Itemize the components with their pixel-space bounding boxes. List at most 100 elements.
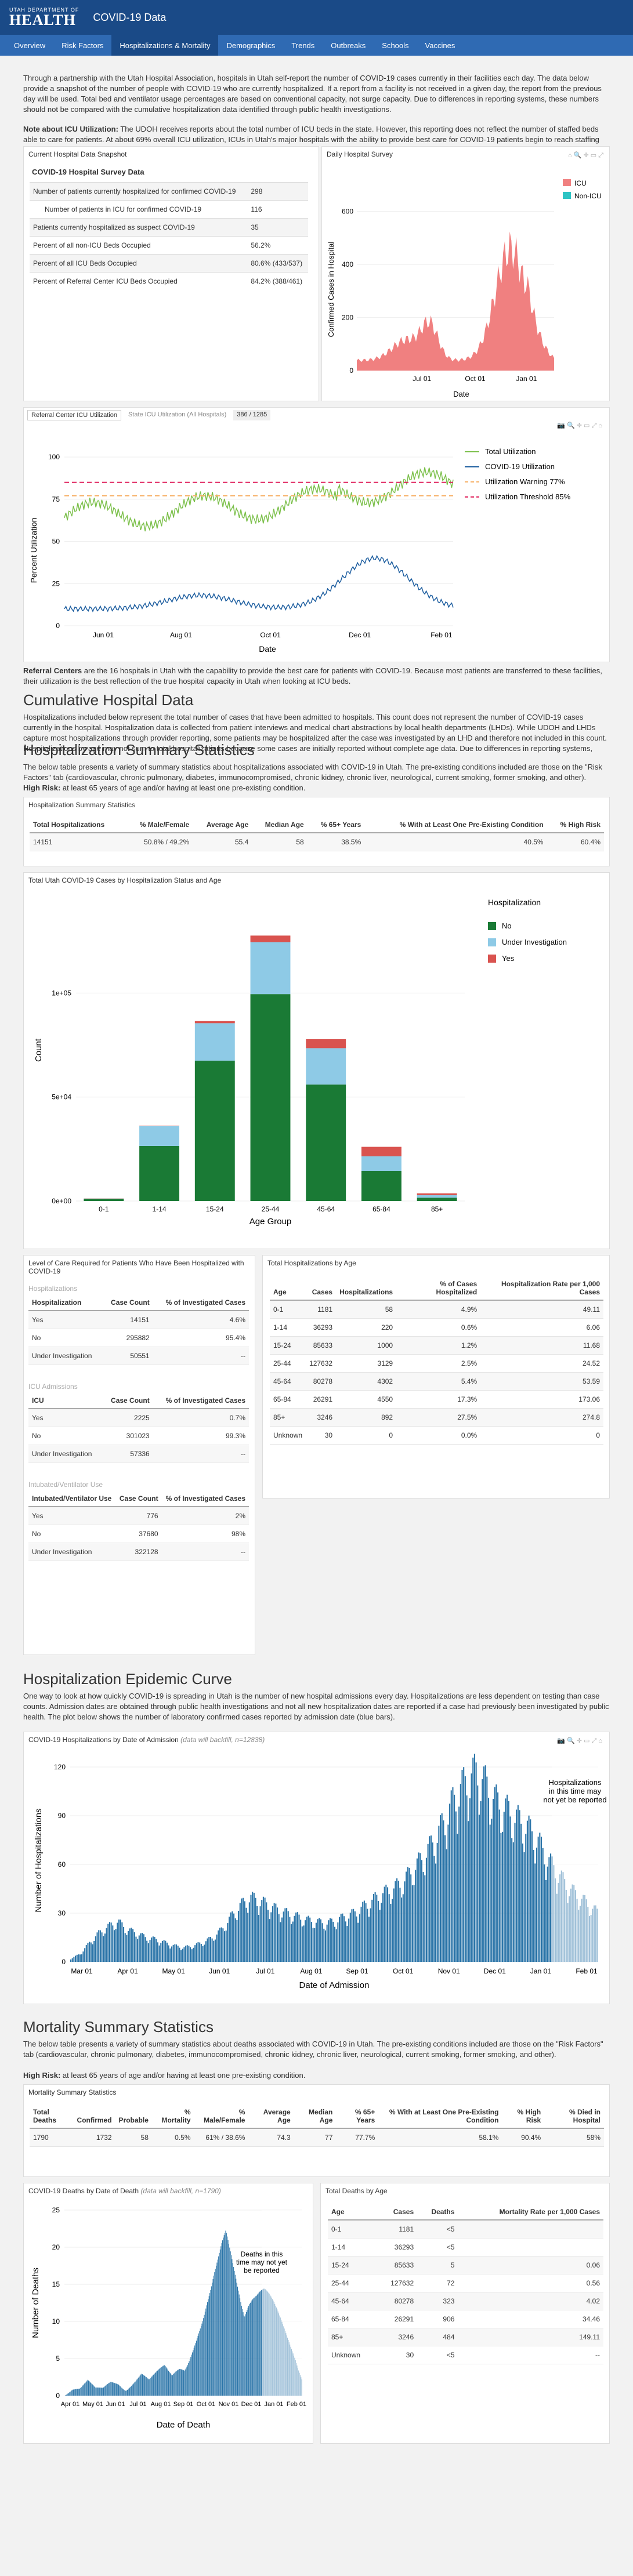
chart-toolbar[interactable]: ⌂ 🔍 ✛ ▭ ⤢: [568, 151, 603, 159]
table-cell: 98%: [161, 1525, 249, 1543]
legend-item[interactable]: No: [502, 921, 512, 930]
death-bar: [71, 2390, 73, 2396]
admission-bar: [454, 1794, 455, 1962]
snapshot-value: 56.2%: [247, 236, 308, 255]
chart-toolbar[interactable]: 📷 🔍 ✛ ▭ ⤢ ⌂: [557, 422, 602, 430]
table-row: 25-44 127632 72 0.56: [328, 2274, 603, 2292]
table-row: Number of patients in ICU for confirmed …: [30, 200, 308, 219]
tab-trends[interactable]: Trends: [283, 35, 323, 56]
admission-bar: [368, 1917, 370, 1962]
death-bar: [66, 2394, 67, 2396]
death-bar: [223, 2235, 225, 2396]
legend-icu[interactable]: ICU: [574, 179, 587, 187]
admission-bar: [154, 1937, 155, 1962]
bar-under-investigation[interactable]: [250, 942, 291, 995]
admission-bar: [486, 1776, 488, 1962]
legend-item[interactable]: Total Utilization: [485, 447, 536, 456]
tab-state-icu[interactable]: State ICU Utilization (All Hospitals): [125, 410, 230, 420]
bar-yes[interactable]: [361, 1146, 401, 1156]
bar-yes[interactable]: [194, 1021, 235, 1024]
table-row: Under Investigation 50551 --: [28, 1347, 249, 1365]
epi-annotation: in this time may: [549, 1787, 602, 1795]
admission-bar: [309, 1917, 311, 1962]
admission-bar: [283, 1911, 284, 1962]
admission-bar: [512, 1842, 514, 1962]
table-cell: 220: [336, 1318, 397, 1337]
table-cell: 65-84: [328, 2310, 377, 2328]
admission-bar: [137, 1939, 139, 1962]
admission-bar: [238, 1910, 240, 1962]
admission-bar: [152, 1936, 154, 1962]
admission-bar: [229, 1916, 230, 1962]
tab-vaccines[interactable]: Vaccines: [417, 35, 464, 56]
column-header: % of Investigated Cases: [153, 1393, 249, 1409]
bar-no[interactable]: [361, 1171, 401, 1201]
daily-survey-chart: 0 200 400 600 Jul 01 Oct 01 Jan 01 Confirmed C…: [327, 179, 602, 398]
death-bar: [106, 2385, 107, 2396]
tab-risk-factors[interactable]: Risk Factors: [53, 35, 111, 56]
table-cell: --: [458, 2346, 603, 2364]
admission-bar: [328, 1920, 330, 1962]
admission-bar: [269, 1919, 270, 1962]
tab-outbreaks[interactable]: Outbreaks: [323, 35, 374, 56]
table-cell: 30: [306, 1426, 337, 1445]
table-cell: 85+: [270, 1408, 306, 1427]
admission-bar: [502, 1831, 504, 1962]
bar-under-investigation[interactable]: [417, 1195, 457, 1198]
bar-under-investigation[interactable]: [306, 1048, 346, 1085]
hosp-summary-table: Total Hospitalizations% Male/Female Avera…: [30, 817, 604, 851]
bar-no[interactable]: [250, 994, 291, 1201]
admission-bar: [239, 1903, 241, 1962]
bar-no[interactable]: [417, 1198, 457, 1201]
admission-bar: [463, 1767, 465, 1962]
admission-bar: [436, 1842, 438, 1962]
bar-yes[interactable]: [306, 1039, 346, 1048]
admission-bar: [295, 1912, 297, 1962]
util-tabs: Referral Center ICU Utilization State IC…: [24, 408, 609, 423]
table-cell: 99.3%: [153, 1427, 249, 1445]
death-bar: [125, 2390, 126, 2396]
legend-item[interactable]: Under Investigation: [502, 938, 567, 946]
tab-referral-icu[interactable]: Referral Center ICU Utilization: [27, 410, 121, 420]
legend-item[interactable]: COVID-19 Utilization: [485, 462, 555, 471]
table-cell: --: [153, 1347, 249, 1365]
admission-bar: [117, 1922, 118, 1962]
table-cell: 1732: [73, 2128, 115, 2147]
bar-under-investigation[interactable]: [139, 1126, 180, 1146]
death-bar: [84, 2383, 85, 2396]
death-bar: [93, 2386, 95, 2396]
legend-item[interactable]: Utilization Warning 77%: [485, 477, 565, 486]
legend-non-icu[interactable]: Non-ICU: [574, 192, 602, 200]
bar-under-investigation[interactable]: [194, 1023, 235, 1061]
tab-demographics[interactable]: Demographics: [218, 35, 283, 56]
admission-bar: [484, 1765, 486, 1962]
admission-bar: [464, 1776, 466, 1962]
bar-no[interactable]: [139, 1145, 180, 1201]
death-bar: [234, 2274, 236, 2396]
bar-under-investigation[interactable]: [361, 1156, 401, 1171]
survey-ylabel: Confirmed Cases in Hospital: [327, 242, 335, 338]
table-row: Percent of Referral Center ICU Beds Occu…: [30, 272, 308, 290]
tab-overview[interactable]: Overview: [6, 35, 53, 56]
table-cell: Yes: [28, 1409, 103, 1427]
legend-item[interactable]: Utilization Threshold 85%: [485, 492, 571, 501]
death-bar: [121, 2388, 122, 2396]
utah-health-logo[interactable]: UTAH DEPARTMENT OF HEALTH: [9, 7, 79, 28]
vent-subheading: Intubated/Ventilator Use: [28, 1481, 103, 1489]
bar-no[interactable]: [194, 1060, 235, 1201]
bar-no[interactable]: [84, 1199, 124, 1201]
deaths-by-age-panel: Total Deaths by Age Age Cases Deaths Mortal…: [320, 2183, 610, 2444]
table-cell: [458, 2220, 603, 2238]
bar-no[interactable]: [306, 1084, 346, 1201]
chart-toolbar[interactable]: 📷 🔍 ✛ ▭ ⤢ ⌂: [557, 1737, 602, 1745]
admission-bar: [505, 1798, 507, 1962]
tab-schools[interactable]: Schools: [374, 35, 417, 56]
bar-xtick: 15-24: [206, 1205, 224, 1213]
bar-yes[interactable]: [250, 935, 291, 942]
tab-hospitalizations[interactable]: Hospitalizations & Mortality: [111, 35, 219, 56]
table-cell: 1790: [30, 2128, 74, 2147]
bar-yes[interactable]: [417, 1193, 457, 1195]
legend-item[interactable]: Yes: [502, 954, 515, 963]
admission-bar: [471, 1773, 472, 1962]
table-row: 45-64 80278 4302 5.4% 53.59: [270, 1372, 603, 1391]
